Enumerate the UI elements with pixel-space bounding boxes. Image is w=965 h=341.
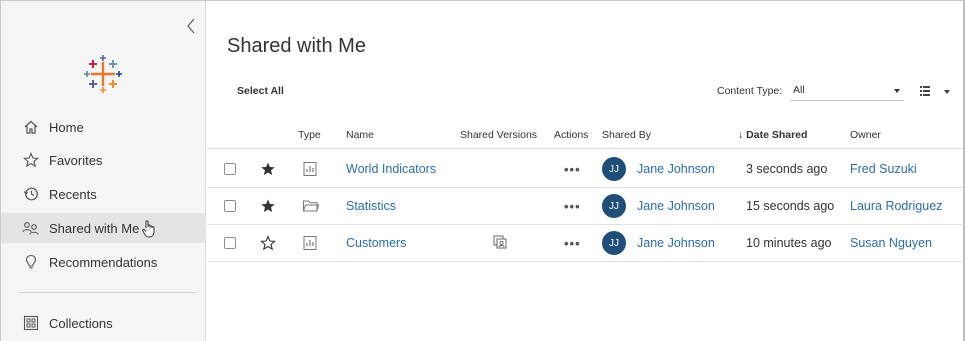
sidebar-item-label: Recommendations <box>49 254 158 270</box>
avatar[interactable]: JJ <box>602 231 626 255</box>
collections-icon <box>22 314 40 332</box>
item-name-link[interactable]: World Indicators <box>346 162 436 176</box>
table-row[interactable]: Customers ••• JJ Jane Johnson 10 minutes… <box>207 225 962 262</box>
column-header-date-shared[interactable]: ↓ Date Shared <box>738 129 807 141</box>
home-icon <box>22 118 40 136</box>
date-shared: 10 minutes ago <box>746 236 832 250</box>
main-content: Shared with Me Select All Content Type: … <box>207 1 962 341</box>
table-header-divider <box>207 148 962 149</box>
sidebar-item-label: Home <box>49 119 84 135</box>
content-type-label: Content Type: <box>717 85 783 97</box>
table-row[interactable]: Statistics ••• JJ Jane Johnson 15 second… <box>207 188 962 225</box>
clock-icon <box>22 185 40 203</box>
row-checkbox[interactable] <box>224 200 236 212</box>
date-shared: 3 seconds ago <box>746 162 828 176</box>
content-type-value: All <box>793 84 805 96</box>
favorite-star-outline-icon[interactable] <box>260 225 276 261</box>
item-name-link[interactable]: Statistics <box>346 199 396 213</box>
sidebar-item-label: Shared with Me <box>49 220 140 236</box>
column-header-shared-by[interactable]: Shared By <box>602 129 651 141</box>
column-header-actions: Actions <box>554 129 589 141</box>
shared-users-icon <box>22 219 40 237</box>
sidebar-item-collections[interactable]: Collections <box>1 308 206 338</box>
sidebar-item-label: Favorites <box>49 152 103 168</box>
sidebar-item-recents[interactable]: Recents <box>1 179 206 209</box>
shared-by-link[interactable]: Jane Johnson <box>637 199 715 213</box>
avatar[interactable]: JJ <box>602 194 626 218</box>
customized-views-icon[interactable] <box>492 225 510 261</box>
table-row[interactable]: World Indicators ••• JJ Jane Johnson 3 s… <box>207 151 962 188</box>
sidebar-item-label: Collections <box>49 315 113 331</box>
row-checkbox[interactable] <box>224 163 236 175</box>
view-toggle-button[interactable] <box>917 81 953 101</box>
list-view-icon <box>920 86 930 96</box>
chevron-down-icon <box>894 89 900 93</box>
column-header-owner[interactable]: Owner <box>850 129 881 141</box>
more-actions-button[interactable]: ••• <box>564 199 581 214</box>
favorite-star-filled-icon[interactable] <box>260 151 276 187</box>
favorite-star-filled-icon[interactable] <box>260 188 276 224</box>
page-title: Shared with Me <box>227 35 366 57</box>
date-shared: 15 seconds ago <box>746 199 835 213</box>
owner-link[interactable]: Laura Rodriguez <box>850 199 942 213</box>
sidebar: Home Favorites Recents Shared with Me Re… <box>1 1 206 341</box>
sidebar-item-shared-with-me[interactable]: Shared with Me <box>1 213 206 243</box>
column-header-name[interactable]: Name <box>346 129 374 141</box>
tableau-logo-icon <box>83 54 123 94</box>
owner-link[interactable]: Fred Suzuki <box>850 162 917 176</box>
hand-cursor-icon <box>141 219 157 239</box>
collapse-sidebar-icon[interactable] <box>184 17 198 35</box>
select-all-button[interactable]: Select All <box>237 85 284 97</box>
column-header-shared-versions[interactable]: Shared Versions <box>460 129 537 141</box>
star-icon <box>22 151 40 169</box>
column-header-type[interactable]: Type <box>298 129 321 141</box>
shared-by-link[interactable]: Jane Johnson <box>637 162 715 176</box>
more-actions-button[interactable]: ••• <box>564 162 581 177</box>
row-checkbox[interactable] <box>224 237 236 249</box>
chevron-down-icon <box>944 90 950 94</box>
sidebar-item-home[interactable]: Home <box>1 112 206 142</box>
shared-by-link[interactable]: Jane Johnson <box>637 236 715 250</box>
folder-icon <box>302 188 320 224</box>
lightbulb-icon <box>22 253 40 271</box>
owner-link[interactable]: Susan Nguyen <box>850 236 932 250</box>
sidebar-item-favorites[interactable]: Favorites <box>1 145 206 175</box>
avatar[interactable]: JJ <box>602 157 626 181</box>
sidebar-divider <box>18 292 196 293</box>
workbook-icon <box>302 225 318 261</box>
workbook-icon <box>302 151 318 187</box>
more-actions-button[interactable]: ••• <box>564 236 581 251</box>
item-name-link[interactable]: Customers <box>346 236 406 250</box>
sidebar-item-recommendations[interactable]: Recommendations <box>1 247 206 277</box>
content-type-select[interactable]: All <box>790 81 904 101</box>
sidebar-item-label: Recents <box>49 186 97 202</box>
